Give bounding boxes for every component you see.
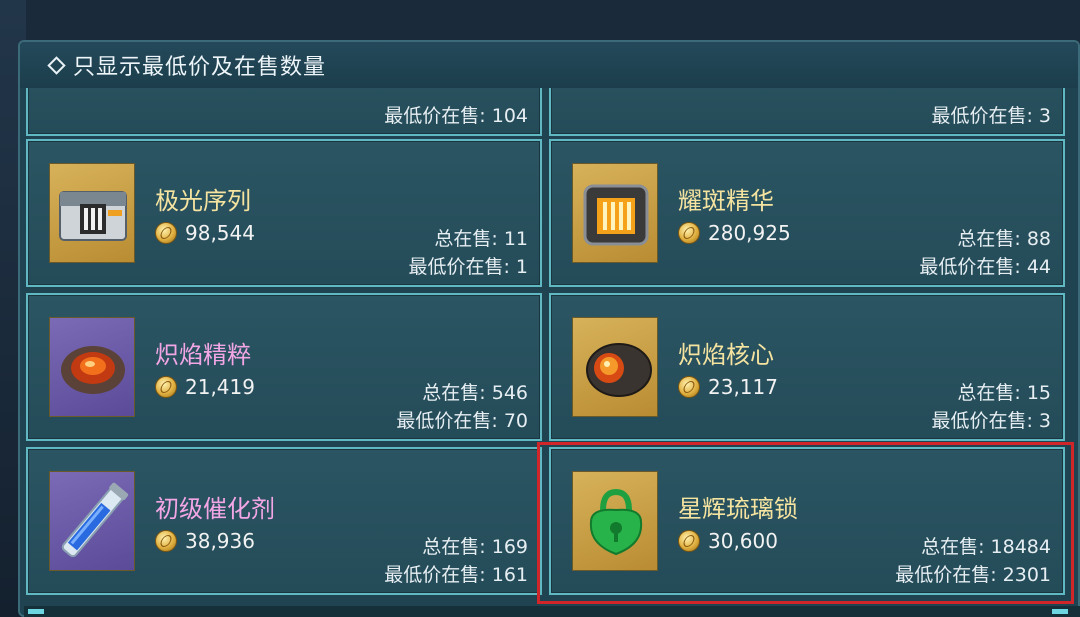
total-on-sale: 总在售: 546 [422, 382, 528, 404]
filter-label: 只显示最低价及在售数量 [73, 55, 327, 80]
item-name: 极光序列 [155, 187, 251, 215]
item-price: 38,936 [185, 529, 255, 553]
market-panel: 只显示最低价及在售数量 总在售: 121 最低价在售: 104 总在售: 54 … [18, 40, 1080, 617]
flare-box-icon [583, 184, 649, 246]
total-on-sale: 总在售: 18484 [921, 536, 1051, 558]
item-thumbnail [49, 163, 135, 263]
price-row: 23,117 [678, 375, 778, 399]
item-card[interactable]: 初级催化剂 38,936 总在售: 169 最低价在售: 161 [26, 447, 542, 595]
coin-icon [678, 222, 700, 244]
item-price: 23,117 [708, 375, 778, 399]
item-name: 初级催化剂 [155, 495, 275, 523]
item-card[interactable]: 炽焰核心 23,117 总在售: 15 最低价在售: 3 [549, 293, 1065, 441]
coin-icon [155, 376, 177, 398]
blaze-core-icon [586, 343, 652, 397]
item-thumbnail [572, 163, 658, 263]
item-name: 炽焰核心 [678, 341, 774, 369]
lowest-price-on-sale: 最低价在售: 1 [408, 256, 528, 278]
total-on-sale: 总在售: 169 [422, 536, 528, 558]
corner-marker [1052, 609, 1068, 614]
item-name: 炽焰精粹 [155, 341, 251, 369]
coin-icon [678, 376, 700, 398]
coin-icon [155, 222, 177, 244]
item-thumbnail [49, 317, 135, 417]
item-price: 280,925 [708, 221, 791, 245]
lowest-price-on-sale: 最低价在售: 2301 [895, 564, 1051, 586]
panel-header: 只显示最低价及在售数量 [20, 42, 1078, 88]
item-card[interactable]: 炽焰精粹 21,419 总在售: 546 最低价在售: 70 [26, 293, 542, 441]
blaze-ore-icon [61, 346, 125, 394]
lowest-price-on-sale: 最低价在售: 3 [931, 410, 1051, 432]
item-name: 星辉琉璃锁 [678, 495, 798, 523]
item-card[interactable]: 极光序列 98,544 总在售: 11 最低价在售: 1 [26, 139, 542, 287]
item-thumbnail [572, 317, 658, 417]
lowest-price-on-sale: 最低价在售: 161 [384, 564, 528, 586]
total-on-sale: 总在售: 88 [957, 228, 1051, 250]
item-price: 98,544 [185, 221, 255, 245]
total-on-sale: 总在售: 11 [434, 228, 528, 250]
price-row: 98,544 [155, 221, 255, 245]
lowest-price-on-sale: 最低价在售: 3 [931, 105, 1051, 127]
item-thumbnail [572, 471, 658, 571]
item-card[interactable]: 星辉琉璃锁 30,600 总在售: 18484 最低价在售: 2301 [549, 447, 1065, 595]
diamond-checkbox-icon[interactable] [47, 55, 66, 75]
coin-icon [155, 530, 177, 552]
lowest-price-on-sale: 最低价在售: 104 [384, 105, 528, 127]
catalyst-vial-icon [61, 482, 129, 558]
item-card[interactable]: 耀斑精华 280,925 总在售: 88 最低价在售: 44 [549, 139, 1065, 287]
item-name: 耀斑精华 [678, 187, 774, 215]
item-price: 30,600 [708, 529, 778, 553]
price-row: 280,925 [678, 221, 791, 245]
coin-icon [678, 530, 700, 552]
price-row: 38,936 [155, 529, 255, 553]
filter-toggle[interactable]: 只显示最低价及在售数量 [47, 49, 327, 81]
item-thumbnail [49, 471, 135, 571]
price-row: 21,419 [155, 375, 255, 399]
item-price: 21,419 [185, 375, 255, 399]
item-grid: 总在售: 121 最低价在售: 104 总在售: 54 最低价在售: 3 [26, 42, 1076, 615]
bottom-bar [24, 606, 1080, 617]
lowest-price-on-sale: 最低价在售: 44 [919, 256, 1051, 278]
price-row: 30,600 [678, 529, 778, 553]
lowest-price-on-sale: 最低价在售: 70 [396, 410, 528, 432]
total-on-sale: 总在售: 15 [957, 382, 1051, 404]
jade-lock-icon [589, 488, 643, 556]
aurora-crate-icon [59, 191, 127, 241]
corner-marker [28, 609, 44, 614]
